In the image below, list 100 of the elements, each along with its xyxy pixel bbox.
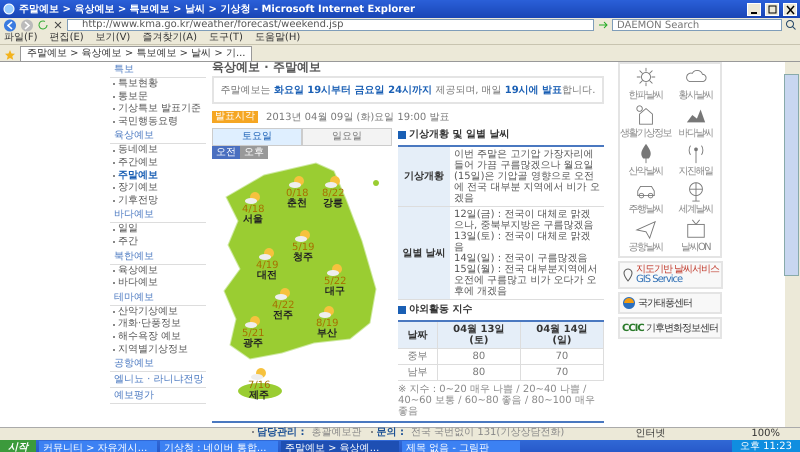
city-temperature: 5/22 [324,277,346,287]
quick-link[interactable]: 세계날씨 [671,180,720,216]
menu-item[interactable]: 도움말(H) [254,32,300,44]
sidebar-item[interactable]: 개화·단풍정보 [118,318,182,331]
table-cell: 중부 [398,348,438,364]
sidebar-item[interactable]: 국민행동요령 [118,116,178,128]
sidebar-item[interactable]: 기후전망 [118,194,158,208]
sidebar-heading[interactable]: 공항예보 [110,356,206,372]
quick-link[interactable]: 지진해일 [671,142,720,178]
menu-item[interactable]: 도구(T) [209,32,243,44]
sidebar-item[interactable]: 동네예보 [118,144,158,157]
zoom-level[interactable]: 100% [751,428,780,440]
sidebar-item[interactable]: 특보현황 [118,78,158,91]
footer-label: 담당관리 : [257,426,304,439]
city-temperature: 4/22 [272,301,294,311]
link-banner[interactable]: CCIC 기후변화정보센터 [618,317,722,339]
banner-text: 지도기반 날씨서비스 [636,265,720,275]
sidebar-heading[interactable]: 예보평가 [110,388,206,404]
search-field[interactable]: DAEMON Search [612,19,782,31]
table-cell: 80 [437,348,520,364]
notice-text: 주말예보는 화요일 19시부터 금요일 24시까지 제공되며, 매일 19시에 발표합니다. [212,76,604,104]
sun-cloud-icon [244,315,262,329]
table-cell: 남부 [398,364,438,380]
quick-link[interactable]: 주행날씨 [620,180,671,216]
minimize-icon[interactable] [747,2,761,16]
quick-link[interactable]: 산악날씨 [620,142,671,178]
day-tab[interactable]: 일요일 [302,128,392,146]
sun-cloud-icon [326,263,344,277]
menu-item[interactable]: 편집(E) [50,32,84,44]
sidebar-item[interactable]: 산악기상예보 [118,306,178,318]
weather-theme-icon [634,66,656,88]
sun-cloud-icon [324,175,342,189]
stop-icon[interactable] [52,19,64,31]
sidebar-heading[interactable]: 육상예보 [110,128,206,144]
section-title: 야외활동 지수 [409,303,472,317]
period-tab[interactable]: 오전 [212,146,240,159]
back-icon[interactable] [3,18,17,32]
city-temperature: 5/21 [242,329,264,339]
issued-badge: 발표시각 [212,111,258,123]
footer-value: 전국 국번없이 131(기상상담전화) [410,426,564,439]
sidebar-item[interactable]: 바다예보 [118,277,158,290]
forecast-text: 12일(금) : 전국이 대체로 맑겠으나, 중북부지방은 구름많겠음 [454,209,595,231]
sun-cloud-icon [250,367,268,381]
window-title: 주말예보 > 육상예보 > 특보예보 > 날씨 > 기상청 - Microsoft Internet Explorer [19,3,416,16]
sidebar-item[interactable]: 주간예보 [118,156,158,170]
table-header: 04월 13일 (토) [437,321,520,348]
forecast-text: 13일(토) : 전국이 대체로 맑겠음 [454,231,592,253]
sidebar-item[interactable]: 육상예보 [118,264,158,278]
city-temperature: 7/16 [248,381,270,391]
sidebar-item[interactable]: 해수욕장 예보 [118,330,182,344]
weather-theme-icon [634,218,656,240]
search-icon[interactable] [785,19,797,31]
sidebar-heading[interactable]: 북한예보 [110,248,206,265]
quick-link[interactable]: 생활기상정보 [620,104,671,140]
quick-link[interactable]: 공항날씨 [620,218,671,254]
link-banner[interactable]: 지도기반 날씨서비스 GIS Service [618,261,724,289]
sidebar-heading[interactable]: 특보 [110,62,206,78]
city-name: 제주 [249,391,270,401]
quick-link[interactable]: 바다날씨 [671,104,720,140]
city-temperature: 8/19 [316,319,338,329]
city-name: 강릉 [323,199,344,209]
day-tab[interactable]: 토요일 [212,128,302,146]
quick-link[interactable]: 황사날씨 [671,66,720,102]
favorites-star-icon[interactable] [4,49,16,61]
sidebar-item[interactable]: 주간 [118,236,138,249]
sidebar-heading[interactable]: 테마예보 [110,290,206,306]
quick-link[interactable]: 한파날씨 [620,66,671,102]
city-name: 전주 [273,311,294,321]
sidebar-heading[interactable]: 바다예보 [110,207,206,224]
start-button[interactable]: 시작 [0,440,36,452]
section-title: 기상개황 및 일별 날씨 [409,128,510,142]
row-label: 일별 날씨 [398,206,450,300]
scrollbar[interactable] [785,62,800,427]
forecast-text: 이번 주말은 고기압 가장자리에 들어 가끔 구름많겠으나 월요일(15일)은 기압골 영향으로 오전에 전국 대부분 지역에서 비가 오겠음 [454,149,600,204]
quick-link[interactable]: 날씨ON [671,218,720,254]
menu-item[interactable]: 파일(F) [4,32,38,44]
sidebar-item[interactable]: 지역별기상정보 [118,344,188,356]
sidebar-item[interactable]: 일일 [118,223,138,236]
city-temperature: 0/18 [286,189,308,199]
menu-item[interactable]: 즐겨찾기(A) [142,32,197,44]
sidebar-item[interactable]: 주말예보 [118,170,158,182]
close-icon[interactable] [783,2,797,16]
go-arrow-icon[interactable] [597,19,609,31]
table-header: 날짜 [398,321,438,348]
browser-tab[interactable]: 주말예보 > 육상예보 > 특보예보 > 날씨 > 기... [20,46,252,61]
browser-logo-icon [3,3,15,15]
sidebar-item[interactable]: 통보문 [118,90,148,104]
link-banner[interactable]: 국가태풍센터 [618,292,722,314]
maximize-icon[interactable] [765,2,779,16]
banner-logo: CCIC [622,322,644,334]
sidebar-heading[interactable]: 엘니뇨 · 라니냐전망 [110,372,206,388]
sidebar-item[interactable]: 기상특보 발표기준 [118,103,202,116]
city-name: 춘천 [287,199,308,209]
city-name: 서울 [243,215,264,225]
forecast-text: 14일(일) : 전국이 구름많겠음 [454,253,588,264]
sidebar-item[interactable]: 장기예보 [118,182,158,195]
taskbar-clock: 오후 11:23 [732,440,800,452]
section-bullet-icon [398,131,406,139]
menu-item[interactable]: 보기(V) [96,32,130,44]
status-zone: 인터넷 [635,428,666,440]
